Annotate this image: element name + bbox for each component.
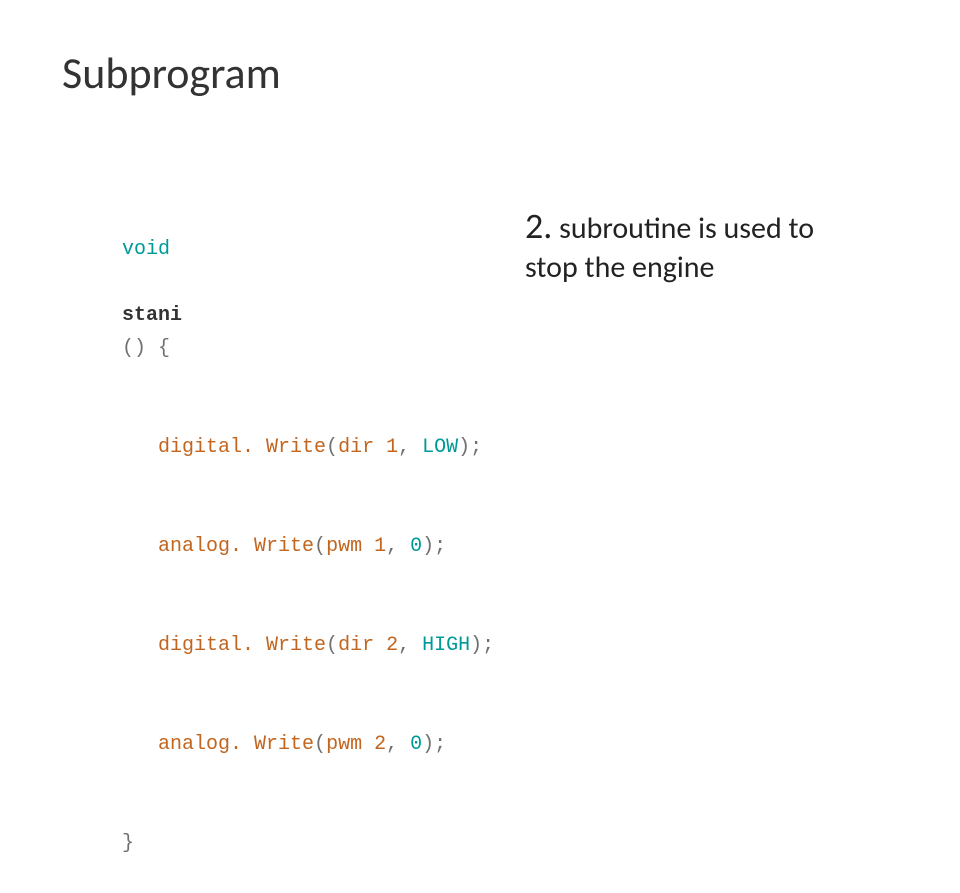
arg-name: dir 2	[338, 634, 398, 657]
function-name: stani	[122, 304, 182, 327]
arg-name: dir 1	[338, 436, 398, 459]
code-line-3: digital. Write(dir 2, HIGH);	[50, 596, 480, 695]
code-line-signature: void stani () {	[50, 200, 480, 398]
call-name: digital. Write	[158, 634, 326, 657]
slide-title: Subprogram	[62, 46, 281, 100]
keyword-void: void	[122, 238, 170, 261]
code-line-4: analog. Write(pwm 2, 0);	[50, 695, 480, 794]
caption-text-line1: subroutine is used to	[552, 210, 814, 247]
brace-open: () {	[122, 337, 170, 360]
code-line-2: analog. Write(pwm 1, 0);	[50, 497, 480, 596]
call-name: analog. Write	[158, 535, 314, 558]
code-block: void stani () { digital. Write(dir 1, LO…	[50, 200, 480, 893]
arg-value: LOW	[422, 436, 458, 459]
code-line-1: digital. Write(dir 1, LOW);	[50, 398, 480, 497]
arg-name: pwm 1	[326, 535, 386, 558]
arg-name: pwm 2	[326, 733, 386, 756]
caption-text-line2: stop the engine	[525, 249, 714, 286]
caption: 2. subroutine is used to stop the engine	[525, 204, 905, 287]
slide: Subprogram void stani () { digital. Writ…	[0, 0, 960, 540]
caption-number: 2.	[525, 204, 552, 248]
code-line-close: }	[50, 794, 480, 893]
arg-value: 0	[410, 535, 422, 558]
call-name: digital. Write	[158, 436, 326, 459]
arg-value: 0	[410, 733, 422, 756]
call-name: analog. Write	[158, 733, 314, 756]
brace-close: }	[122, 832, 134, 855]
arg-value: HIGH	[422, 634, 470, 657]
